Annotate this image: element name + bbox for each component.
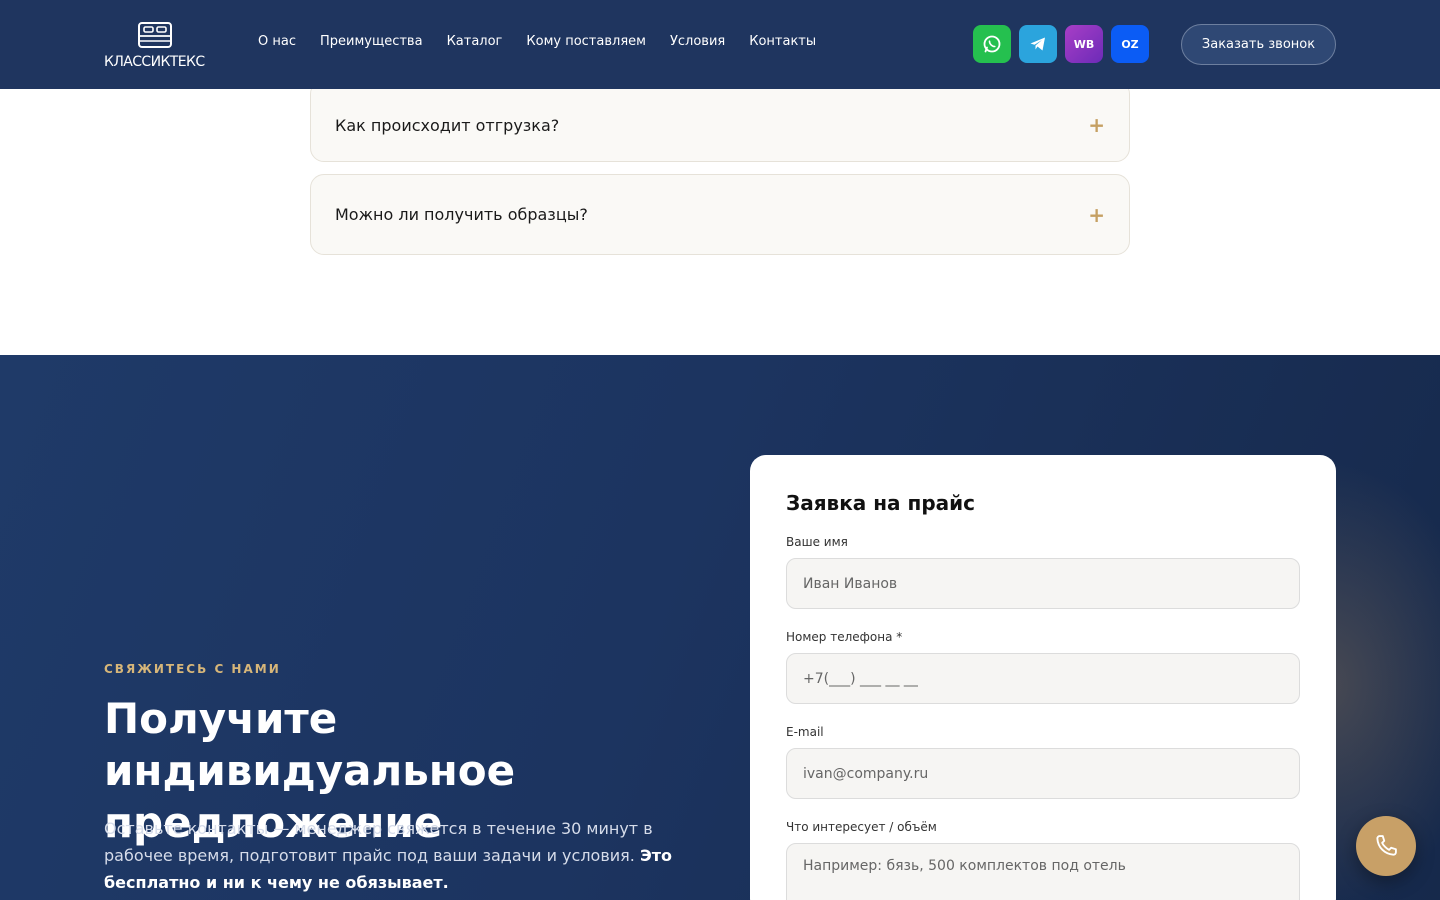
faq-item[interactable]: Можно ли получить образцы? + bbox=[310, 174, 1130, 255]
form-title: Заявка на прайс bbox=[786, 491, 976, 515]
telegram-button[interactable] bbox=[1019, 25, 1057, 63]
plus-icon: + bbox=[1088, 113, 1105, 137]
telegram-icon bbox=[1030, 37, 1045, 51]
whatsapp-icon bbox=[983, 35, 1001, 53]
nav-item-contacts[interactable]: Контакты bbox=[749, 34, 816, 49]
main-nav: О нас Преимущества Каталог Кому поставля… bbox=[258, 34, 816, 49]
price-request-form: Заявка на прайс Ваше имя Номер телефона … bbox=[750, 455, 1336, 900]
nav-item-clients[interactable]: Кому поставляем bbox=[526, 34, 646, 49]
whatsapp-button[interactable] bbox=[973, 25, 1011, 63]
site-header: КЛАССИКТЕКС О нас Преимущества Каталог К… bbox=[0, 0, 1440, 89]
ozon-button[interactable]: OZ bbox=[1111, 25, 1149, 63]
nav-item-advantages[interactable]: Преимущества bbox=[320, 34, 423, 49]
phone-label: Номер телефона * bbox=[786, 630, 903, 644]
lead-text: Оставьте контакты — менеджер свяжется в … bbox=[104, 819, 653, 865]
phone-input[interactable] bbox=[786, 653, 1300, 704]
social-links: WB OZ bbox=[973, 25, 1149, 63]
email-label: E-mail bbox=[786, 725, 824, 739]
faq-question: Можно ли получить образцы? bbox=[335, 205, 588, 224]
faq-item[interactable]: Как происходит отгрузка? + bbox=[310, 80, 1130, 162]
plus-icon: + bbox=[1088, 202, 1105, 227]
floating-call-button[interactable] bbox=[1356, 816, 1416, 876]
section-eyebrow: СВЯЖИТЕСЬ С НАМИ bbox=[104, 662, 281, 676]
logo[interactable]: КЛАССИКТЕКС bbox=[104, 20, 205, 72]
interest-textarea[interactable] bbox=[786, 843, 1300, 900]
nav-item-catalog[interactable]: Каталог bbox=[447, 34, 503, 49]
nav-item-terms[interactable]: Условия bbox=[670, 34, 725, 49]
order-call-button[interactable]: Заказать звонок bbox=[1181, 24, 1336, 65]
bed-icon bbox=[138, 22, 172, 48]
name-label: Ваше имя bbox=[786, 535, 848, 549]
faq-question: Как происходит отгрузка? bbox=[335, 115, 560, 135]
logo-text: КЛАССИКТЕКС bbox=[104, 54, 205, 70]
contact-section: СВЯЖИТЕСЬ С НАМИ Получите индивидуальное… bbox=[0, 355, 1440, 900]
nav-item-about[interactable]: О нас bbox=[258, 34, 296, 49]
email-input[interactable] bbox=[786, 748, 1300, 799]
interest-label: Что интересует / объём bbox=[786, 820, 937, 834]
section-lead: Оставьте контакты — менеджер свяжется в … bbox=[104, 815, 704, 896]
wildberries-button[interactable]: WB bbox=[1065, 25, 1103, 63]
phone-icon bbox=[1376, 835, 1397, 856]
name-input[interactable] bbox=[786, 558, 1300, 609]
